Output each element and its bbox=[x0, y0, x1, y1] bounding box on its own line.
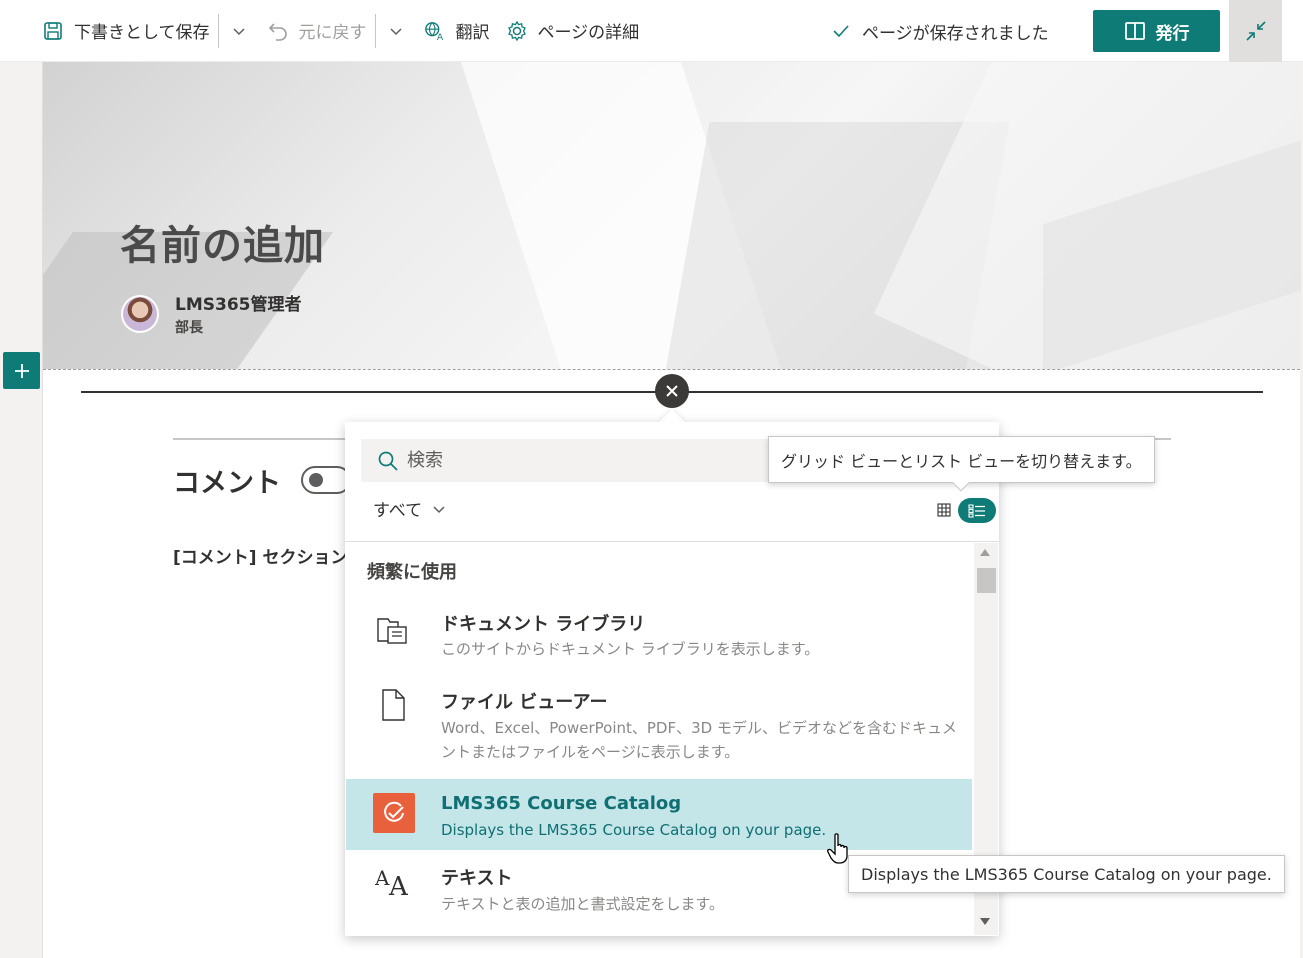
webpart-item-description: Displays the LMS365 Course Catalog on yo… bbox=[441, 821, 827, 839]
undo-label: 元に戻す bbox=[298, 23, 367, 43]
plus-icon bbox=[14, 363, 29, 378]
webpart-item-document-library[interactable]: ドキュメント ライブラリ このサイトからドキュメント ライブラリを表示します。 bbox=[346, 598, 972, 670]
avatar bbox=[121, 295, 159, 333]
close-icon bbox=[666, 385, 678, 397]
webpart-item-description: Word、Excel、PowerPoint、PDF、3D モデル、ビデオなどを含… bbox=[441, 719, 957, 761]
book-icon bbox=[1124, 21, 1146, 41]
author-name: LMS365管理者 bbox=[175, 295, 302, 315]
author-role: 部長 bbox=[175, 320, 203, 336]
search-icon bbox=[377, 450, 399, 472]
title-area[interactable]: 名前の追加 LMS365管理者 部長 bbox=[43, 62, 1301, 369]
publish-button[interactable]: 発行 bbox=[1093, 10, 1220, 52]
document-library-icon bbox=[372, 608, 414, 650]
svg-text:A: A bbox=[375, 866, 390, 890]
svg-text:A: A bbox=[436, 32, 443, 42]
webpart-item-title: テキスト bbox=[441, 868, 513, 889]
add-section-button[interactable] bbox=[3, 352, 40, 389]
webpart-item-title: ファイル ビューアー bbox=[441, 692, 608, 713]
chevron-down-icon bbox=[432, 504, 446, 514]
saved-status-label: ページが保存されました bbox=[862, 23, 1049, 44]
grid-view-button[interactable] bbox=[936, 502, 952, 518]
scroll-down-arrow[interactable] bbox=[980, 918, 990, 925]
category-filter-label: すべて bbox=[373, 501, 423, 521]
save-draft-label: 下書きとして保存 bbox=[74, 23, 210, 43]
search-box[interactable] bbox=[361, 439, 801, 482]
webpart-item-lms365-course-catalog[interactable]: LMS365 Course Catalog Displays the LMS36… bbox=[346, 779, 972, 850]
comments-toggle[interactable] bbox=[301, 466, 351, 494]
save-draft-button[interactable]: 下書きとして保存 bbox=[34, 0, 218, 62]
undo-icon bbox=[267, 20, 289, 42]
checkmark-icon bbox=[832, 24, 850, 38]
comments-title: コメント bbox=[173, 468, 281, 499]
left-rail bbox=[0, 62, 42, 958]
lms365-icon bbox=[373, 793, 415, 833]
scroll-up-arrow[interactable] bbox=[980, 549, 990, 556]
undo-button[interactable]: 元に戻す bbox=[259, 0, 375, 62]
category-filter[interactable]: すべて bbox=[373, 496, 446, 521]
gear-icon bbox=[506, 20, 528, 42]
page-details-button[interactable]: ページの詳細 bbox=[498, 0, 648, 62]
publish-label: 発行 bbox=[1155, 23, 1190, 44]
translate-icon: A bbox=[424, 20, 446, 42]
frequently-used-heading: 頻繁に使用 bbox=[367, 562, 457, 583]
page-title[interactable]: 名前の追加 bbox=[120, 213, 325, 271]
search-input[interactable] bbox=[407, 450, 787, 471]
saved-status: ページが保存されました bbox=[832, 0, 1049, 62]
chevron-down-icon bbox=[232, 27, 245, 35]
webpart-item-title: LMS365 Course Catalog bbox=[441, 793, 682, 814]
text-icon: AA bbox=[372, 860, 414, 902]
collapse-icon bbox=[1245, 21, 1266, 41]
item-hover-tooltip: Displays the LMS365 Course Catalog on yo… bbox=[848, 855, 1285, 893]
webpart-item-file-viewer[interactable]: ファイル ビューアー Word、Excel、PowerPoint、PDF、3D … bbox=[346, 676, 972, 776]
chevron-down-icon bbox=[389, 27, 402, 35]
list-view-button[interactable] bbox=[958, 498, 996, 523]
svg-text:A: A bbox=[388, 872, 409, 897]
translate-label: 翻訳 bbox=[455, 23, 490, 43]
webpart-item-description: テキストと表の追加と書式設定をします。 bbox=[441, 895, 725, 913]
file-icon bbox=[372, 684, 414, 726]
webpart-item-description: このサイトからドキュメント ライブラリを表示します。 bbox=[441, 640, 820, 658]
scroll-thumb[interactable] bbox=[977, 568, 996, 593]
list-icon bbox=[968, 503, 985, 518]
hand-cursor-icon bbox=[827, 833, 848, 864]
comments-note: [コメント] セクション bbox=[173, 548, 347, 568]
page-details-label: ページの詳細 bbox=[537, 23, 640, 43]
save-options-dropdown[interactable] bbox=[219, 0, 259, 62]
undo-options-dropdown[interactable] bbox=[376, 0, 416, 62]
translate-button[interactable]: A 翻訳 bbox=[416, 0, 498, 62]
section-boundary bbox=[43, 369, 1300, 370]
panel-divider bbox=[345, 541, 999, 542]
webpart-item-title: ドキュメント ライブラリ bbox=[441, 614, 646, 635]
save-icon bbox=[42, 20, 64, 42]
collapse-button[interactable] bbox=[1229, 0, 1282, 62]
grid-icon bbox=[937, 503, 951, 517]
close-toolbox-button[interactable] bbox=[655, 374, 689, 408]
